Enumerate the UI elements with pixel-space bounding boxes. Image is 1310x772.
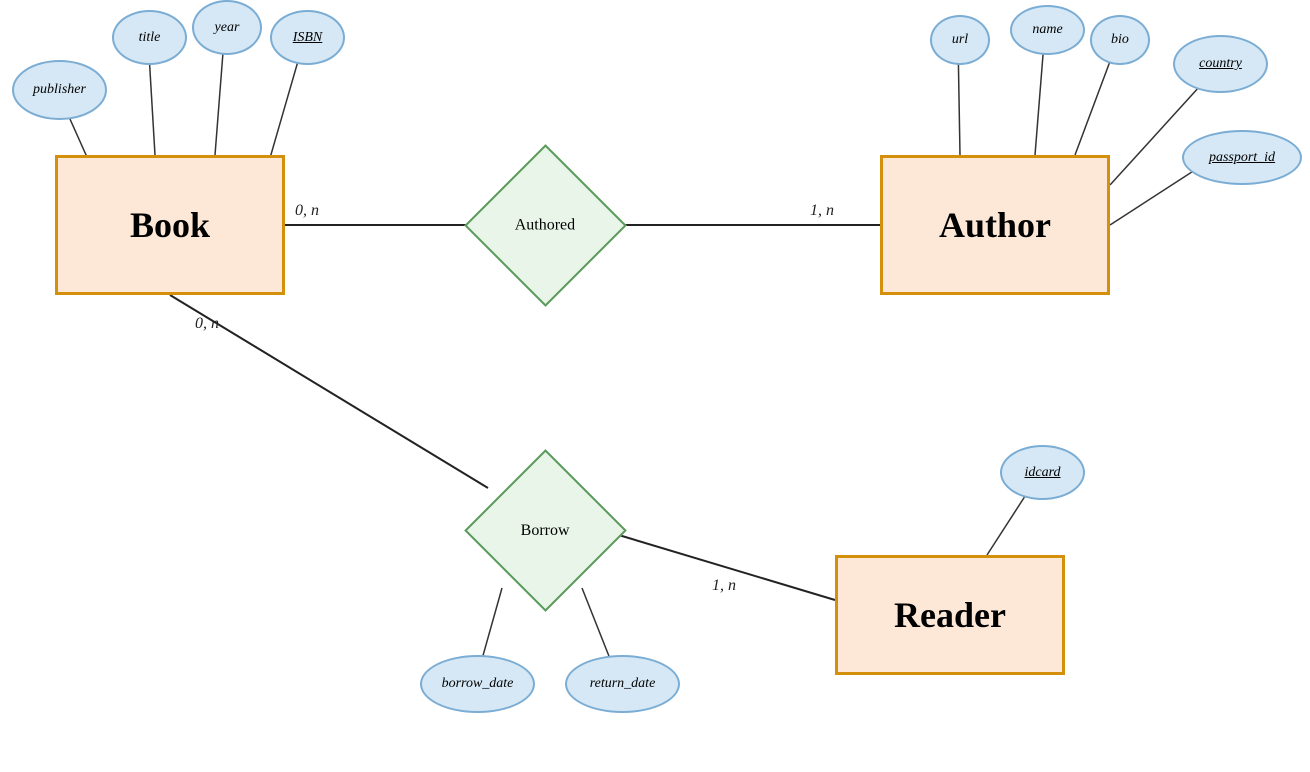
svg-text:1, n: 1, n <box>810 202 834 219</box>
svg-text:1, n: 1, n <box>712 577 736 594</box>
connector-lines: 0, n 1, n 0, n 1, n <box>0 0 1310 772</box>
attr-bio: bio <box>1090 15 1150 65</box>
attr-isbn: ISBN <box>270 10 345 65</box>
entity-author: Author <box>880 155 1110 295</box>
attr-publisher: publisher <box>12 60 107 120</box>
attr-return_date: return_date <box>565 655 680 713</box>
attr-borrow_date: borrow_date <box>420 655 535 713</box>
entity-book: Book <box>55 155 285 295</box>
relation-authored: Authored <box>464 144 627 307</box>
attr-title: title <box>112 10 187 65</box>
attr-idcard: idcard <box>1000 445 1085 500</box>
entity-reader: Reader <box>835 555 1065 675</box>
attr-country: country <box>1173 35 1268 93</box>
svg-text:0, n: 0, n <box>295 202 319 219</box>
relation-borrow: Borrow <box>464 449 627 612</box>
attr-year: year <box>192 0 262 55</box>
er-diagram: 0, n 1, n 0, n 1, n Book Author Reader Authore… <box>0 0 1310 772</box>
attr-name: name <box>1010 5 1085 55</box>
svg-text:0, n: 0, n <box>195 315 219 332</box>
attr-passport_id: passport_id <box>1182 130 1302 185</box>
attr-url: url <box>930 15 990 65</box>
